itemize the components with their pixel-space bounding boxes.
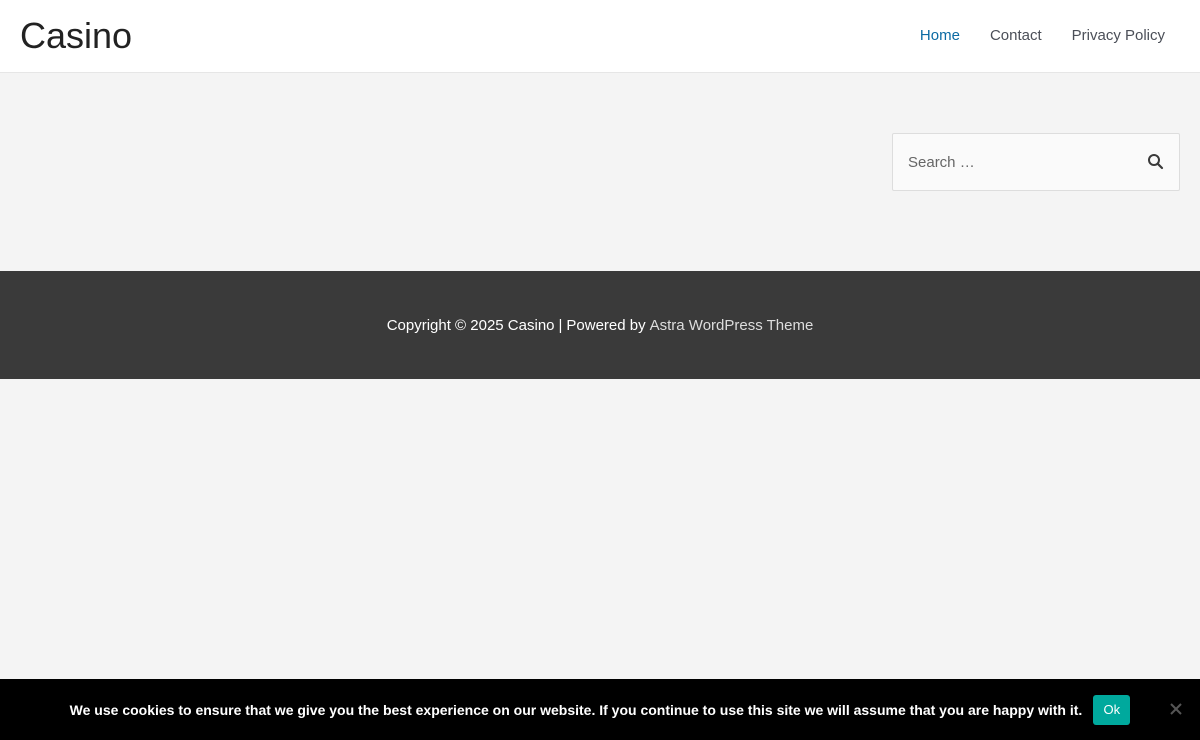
cookie-notice: We use cookies to ensure that we give yo… (0, 679, 1200, 740)
cookie-notice-text: We use cookies to ensure that we give yo… (69, 701, 1083, 718)
site-header: Casino Home Contact Privacy Policy (0, 0, 1200, 73)
cookie-accept-button[interactable]: Ok (1093, 694, 1131, 725)
search-icon (1148, 154, 1164, 170)
site-title-link[interactable]: Casino (20, 14, 132, 58)
footer-powered-by: Powered by (566, 316, 646, 334)
footer-theme-link[interactable]: Astra WordPress Theme (650, 317, 814, 334)
close-icon (1170, 703, 1182, 715)
nav-item-home[interactable]: Home (905, 0, 975, 72)
site-footer: Copyright © 2025 Casino | Powered by Ast… (0, 271, 1200, 379)
nav-item-privacy-policy[interactable]: Privacy Policy (1057, 0, 1180, 72)
search-input[interactable] (893, 134, 1133, 190)
search-widget (892, 133, 1180, 191)
footer-separator: | (558, 316, 563, 334)
nav-item-contact[interactable]: Contact (975, 0, 1057, 72)
cookie-close-button[interactable] (1169, 702, 1183, 716)
footer-copyright: Copyright © 2025 Casino (386, 316, 555, 334)
main-navigation: Home Contact Privacy Policy (905, 0, 1180, 72)
search-button[interactable] (1147, 153, 1165, 171)
